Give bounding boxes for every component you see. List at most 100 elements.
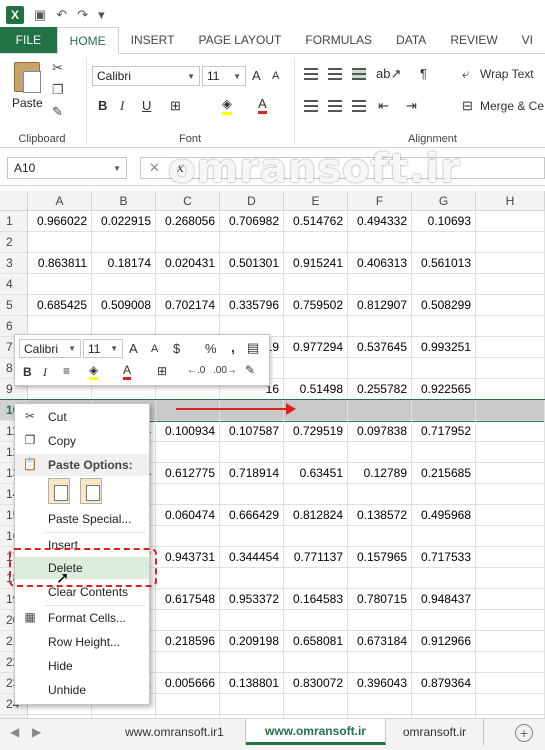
sheet-tab-1[interactable]: www.omransoft.ir1 [104,719,246,745]
merge-center-button[interactable]: Merge & Ce [480,99,544,113]
prev-sheet-icon[interactable]: ◀ [10,725,19,739]
menu-item-copy[interactable]: ❐ Copy [15,430,149,452]
cell[interactable]: 0.022915 [92,211,156,232]
cell[interactable] [412,652,476,673]
undo-icon[interactable]: ↶ [56,7,67,23]
mini-painter-icon[interactable]: ✎ [245,363,255,377]
cell[interactable] [348,610,412,631]
function-icon[interactable]: fx [172,161,184,176]
select-all-corner[interactable] [0,191,28,211]
cell[interactable] [412,232,476,253]
menu-item-paste-special[interactable]: Paste Special... [15,508,149,530]
cell[interactable] [476,442,545,463]
bold-button[interactable]: B [98,98,107,113]
menu-item-hide[interactable]: Hide [15,655,149,677]
cut-icon[interactable]: ✂ [52,60,63,76]
cell[interactable] [348,526,412,547]
cell[interactable]: 0.658081 [284,631,348,652]
mini-bold-button[interactable]: B [23,365,32,379]
tab-review[interactable]: REVIEW [438,27,509,53]
paste-icon[interactable] [14,62,41,93]
cell[interactable] [412,316,476,337]
cell[interactable] [156,274,220,295]
mini-font-color-icon[interactable]: A [123,363,132,380]
cell[interactable] [92,232,156,253]
column-header-a[interactable]: A [28,191,92,211]
table-row[interactable]: 2 [0,232,545,253]
tab-formulas[interactable]: FORMULAS [293,27,384,53]
cell[interactable]: 0.406313 [348,253,412,274]
mini-center-icon[interactable]: ≡ [63,364,70,378]
cell[interactable] [156,400,220,421]
cell[interactable]: 0.666429 [220,505,284,526]
cell[interactable] [476,631,545,652]
cell[interactable] [156,526,220,547]
cell[interactable]: 0.953372 [220,589,284,610]
decrease-decimal-icon[interactable]: .00→ [213,365,237,376]
cell[interactable] [220,526,284,547]
tab-page-layout[interactable]: PAGE LAYOUT [186,27,293,53]
cell[interactable] [476,547,545,568]
cell[interactable]: 0.494332 [348,211,412,232]
copy-icon[interactable]: ❐ [52,82,64,98]
cell[interactable]: 0.138801 [220,673,284,694]
cell[interactable] [476,694,545,715]
cell[interactable] [220,484,284,505]
cell[interactable]: 0.097838 [348,421,412,442]
cell[interactable]: 0.157965 [348,547,412,568]
cell[interactable] [348,652,412,673]
percent-icon[interactable]: % [205,341,217,356]
cell[interactable] [412,400,476,421]
cell[interactable]: 0.915241 [284,253,348,274]
table-row[interactable]: 4 [0,274,545,295]
cell[interactable]: 0.617548 [156,589,220,610]
tab-data[interactable]: DATA [384,27,438,53]
fill-color-icon[interactable]: ◈ [222,96,232,115]
cell[interactable] [284,610,348,631]
cell[interactable] [348,484,412,505]
top-align-icon[interactable] [304,68,318,80]
tab-view[interactable]: VI [510,27,545,53]
table-row[interactable]: 3 0.863811 0.18174 0.020431 0.501301 0.915241… [0,253,545,274]
menu-item-cut[interactable]: ✂ Cut [15,406,149,428]
cell[interactable]: 0.060474 [156,505,220,526]
cell[interactable] [92,274,156,295]
menu-item-row-height[interactable]: Row Height... [15,631,149,653]
save-icon[interactable]: ▣ [34,7,46,23]
cell[interactable]: 0.255782 [348,379,412,400]
cell[interactable] [476,421,545,442]
cell[interactable]: 0.993251 [412,337,476,358]
cell[interactable] [284,274,348,295]
cell[interactable]: 0.509008 [92,295,156,316]
cell[interactable] [284,526,348,547]
cell[interactable]: 0.812907 [348,295,412,316]
column-header-h[interactable]: H [476,191,545,211]
cell[interactable]: 0.107587 [220,421,284,442]
cell[interactable]: 0.100934 [156,421,220,442]
row-header[interactable]: 2 [0,232,28,253]
cell[interactable]: 0.51498 [284,379,348,400]
cell[interactable]: 0.268056 [156,211,220,232]
cell[interactable]: 0.12789 [348,463,412,484]
cell[interactable]: 0.218596 [156,631,220,652]
cell[interactable]: 0.501301 [220,253,284,274]
cell[interactable] [156,232,220,253]
cell[interactable] [348,442,412,463]
cell[interactable] [476,484,545,505]
cell[interactable] [284,484,348,505]
cell[interactable] [348,358,412,379]
cell[interactable] [220,442,284,463]
mini-font-name-select[interactable]: Calibri ▼ [19,339,81,358]
tab-insert[interactable]: INSERT [119,27,187,53]
cell[interactable] [220,610,284,631]
redo-icon[interactable]: ↷ [77,7,88,23]
cell[interactable] [476,253,545,274]
cell[interactable] [412,484,476,505]
align-right-icon[interactable] [352,100,366,112]
cell[interactable] [476,316,545,337]
column-header-d[interactable]: D [220,191,284,211]
row-header[interactable]: 4 [0,274,28,295]
comma-style-icon[interactable]: , [231,339,235,355]
cell[interactable] [220,232,284,253]
cell[interactable] [412,526,476,547]
